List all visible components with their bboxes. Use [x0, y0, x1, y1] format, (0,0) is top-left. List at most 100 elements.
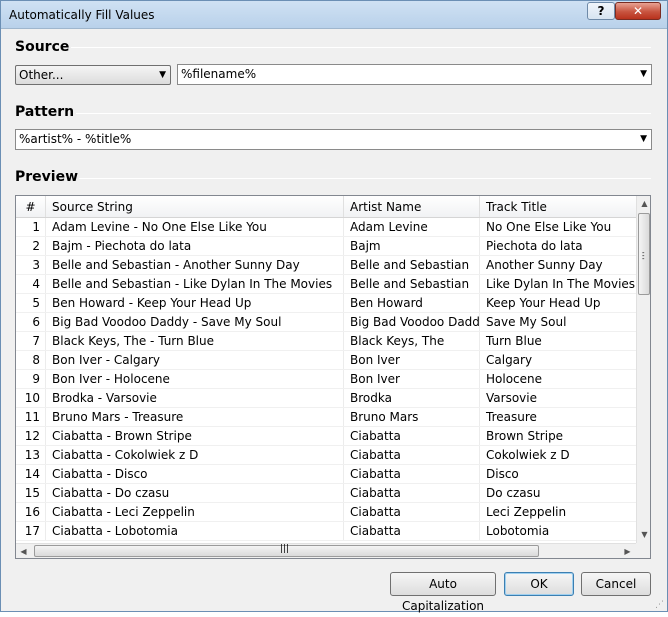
track-title-cell: Disco — [486, 467, 519, 481]
close-button[interactable]: ✕ — [615, 2, 661, 20]
source-string-cell: Ben Howard - Keep Your Head Up — [46, 294, 344, 312]
artist-name-cell: Black Keys, The — [344, 332, 480, 350]
source-string-cell: Black Keys, The - Turn Blue — [46, 332, 344, 350]
source-string-cell: Adam Levine - No One Else Like You — [46, 218, 344, 236]
artist-name-cell: Bruno Mars — [344, 408, 480, 426]
pattern-heading: Pattern — [15, 104, 75, 120]
vertical-scrollbar[interactable]: ▲ --- ▼ — [636, 196, 650, 543]
table-row[interactable]: 15 Ciabatta - Do czasu Ciabatta Do czasu — [16, 484, 636, 503]
row-number: 2 — [16, 237, 46, 255]
table-row[interactable]: 12 Ciabatta - Brown Stripe Ciabatta Brown S… — [16, 427, 636, 446]
source-string-cell: Belle and Sebastian - Like Dylan In The … — [46, 275, 344, 293]
artist-name-cell: Ciabatta — [344, 484, 480, 502]
column-header-artist[interactable]: Artist Name — [344, 196, 480, 217]
track-title-cell: Brown Stripe — [486, 429, 564, 443]
source-string-cell: Bajm - Piechota do lata — [46, 237, 344, 255]
table-row[interactable]: 7 Black Keys, The - Turn Blue Black Keys, … — [16, 332, 636, 351]
table-row[interactable]: 16 Ciabatta - Leci Zeppelin Ciabatta Leci Z… — [16, 503, 636, 522]
scroll-up-arrow-icon[interactable]: ▲ — [637, 196, 650, 211]
preview-heading: Preview — [15, 169, 79, 185]
source-string-cell: Ciabatta - Brown Stripe — [46, 427, 344, 445]
auto-capitalization-button[interactable]: Auto Capitalization — [390, 572, 496, 613]
table-row[interactable]: 11 Bruno Mars - Treasure Bruno Mars Treasur… — [16, 408, 636, 427]
source-string-cell: Big Bad Voodoo Daddy - Save My Soul — [46, 313, 344, 331]
scroll-left-arrow-icon[interactable]: ◀ — [16, 544, 31, 558]
row-number: 1 — [16, 218, 46, 236]
track-title-cell: Keep Your Head Up — [486, 296, 601, 310]
artist-name-cell: Big Bad Voodoo Daddy — [344, 313, 480, 331]
track-title-cell: Do czasu — [486, 486, 541, 500]
table-row[interactable]: 2 Bajm - Piechota do lata Bajm Piechota do … — [16, 237, 636, 256]
scroll-corner — [636, 543, 650, 558]
source-string-cell: Belle and Sebastian - Another Sunny Day — [46, 256, 344, 274]
table-row[interactable]: 10 Brodka - Varsovie Brodka Varsovie — [16, 389, 636, 408]
artist-name-cell: Belle and Sebastian — [344, 275, 480, 293]
track-title-cell: Varsovie — [486, 391, 537, 405]
row-number: 8 — [16, 351, 46, 369]
track-title-cell: Turn Blue — [486, 334, 542, 348]
scroll-right-arrow-icon[interactable]: ▶ — [620, 544, 635, 558]
track-title-cell: Like Dylan In The Movies — [486, 277, 636, 291]
source-string-cell: Ciabatta - Disco — [46, 465, 344, 483]
track-title-cell: Piechota do lata — [486, 239, 583, 253]
table-row[interactable]: 13 Ciabatta - Cokolwiek z D Ciabatta Cokolw… — [16, 446, 636, 465]
cancel-button[interactable]: Cancel — [581, 572, 651, 596]
horizontal-scrollbar[interactable]: ◀ ||| ▶ — [16, 543, 636, 558]
help-button[interactable]: ? — [587, 2, 615, 20]
column-header-source[interactable]: Source String — [46, 196, 344, 217]
preview-table[interactable]: # Source String Artist Name Track Title … — [15, 195, 651, 559]
scroll-down-arrow-icon[interactable]: ▼ — [637, 527, 650, 542]
window-title: Automatically Fill Values — [9, 8, 155, 22]
vertical-scroll-thumb[interactable]: --- — [638, 213, 650, 295]
source-heading: Source — [15, 39, 70, 55]
table-row[interactable]: 6 Big Bad Voodoo Daddy - Save My Soul Big … — [16, 313, 636, 332]
track-title-cell: Cokolwiek z D — [486, 448, 570, 462]
chevron-down-icon[interactable]: ▼ — [640, 65, 647, 83]
table-row[interactable]: 8 Bon Iver - Calgary Bon Iver Calgary — [16, 351, 636, 370]
row-number: 5 — [16, 294, 46, 312]
artist-name-cell: Ciabatta — [344, 427, 480, 445]
horizontal-scroll-thumb[interactable]: ||| — [34, 544, 539, 557]
table-header: # Source String Artist Name Track Title — [16, 196, 636, 218]
table-row[interactable]: 1 Adam Levine - No One Else Like You Adam … — [16, 218, 636, 237]
source-string-cell: Bon Iver - Holocene — [46, 370, 344, 388]
ok-button[interactable]: OK — [504, 572, 574, 596]
source-string-cell: Ciabatta - Do czasu — [46, 484, 344, 502]
track-title-cell: Save My Soul — [486, 315, 567, 329]
table-row[interactable]: 4 Belle and Sebastian - Like Dylan In The… — [16, 275, 636, 294]
track-title-cell: Leci Zeppelin — [486, 505, 567, 519]
source-type-value: Other... — [19, 68, 64, 82]
source-string-cell: Ciabatta - Cokolwiek z D — [46, 446, 344, 464]
row-number: 15 — [16, 484, 46, 502]
pattern-combo[interactable]: %artist% - %title% ▼ — [15, 129, 652, 150]
chevron-down-icon: ▼ — [159, 70, 166, 80]
source-divider — [71, 47, 651, 48]
row-number: 4 — [16, 275, 46, 293]
track-title-cell: No One Else Like You — [486, 220, 612, 234]
table-row[interactable]: 9 Bon Iver - Holocene Bon Iver Holocene — [16, 370, 636, 389]
table-row[interactable]: 3 Belle and Sebastian - Another Sunny Day… — [16, 256, 636, 275]
chevron-down-icon[interactable]: ▼ — [640, 130, 647, 148]
table-row[interactable]: 14 Ciabatta - Disco Ciabatta Disco — [16, 465, 636, 484]
source-field-combo[interactable]: %filename% ▼ — [177, 64, 652, 85]
row-number: 13 — [16, 446, 46, 464]
title-bar[interactable]: Automatically Fill Values ? ✕ — [1, 1, 667, 29]
artist-name-cell: Brodka — [344, 389, 480, 407]
preview-divider — [79, 178, 651, 179]
artist-name-cell: Bon Iver — [344, 351, 480, 369]
source-field-value: %filename% — [181, 67, 257, 81]
resize-grip-icon[interactable]: ⋰ — [655, 601, 664, 610]
table-row[interactable]: 5 Ben Howard - Keep Your Head Up Ben Howar… — [16, 294, 636, 313]
artist-name-cell: Ben Howard — [344, 294, 480, 312]
column-header-title[interactable]: Track Title — [480, 196, 636, 217]
artist-name-cell: Ciabatta — [344, 446, 480, 464]
pattern-divider — [76, 113, 651, 114]
row-number: 14 — [16, 465, 46, 483]
track-title-cell: Calgary — [486, 353, 533, 367]
row-number: 6 — [16, 313, 46, 331]
artist-name-cell: Ciabatta — [344, 503, 480, 521]
table-row[interactable]: 17 Ciabatta - Lobotomia Ciabatta Lobotomia — [16, 522, 636, 541]
pattern-value: %artist% - %title% — [19, 132, 132, 146]
source-type-select[interactable]: Other... ▼ — [15, 65, 171, 85]
column-header-number[interactable]: # — [16, 196, 46, 217]
